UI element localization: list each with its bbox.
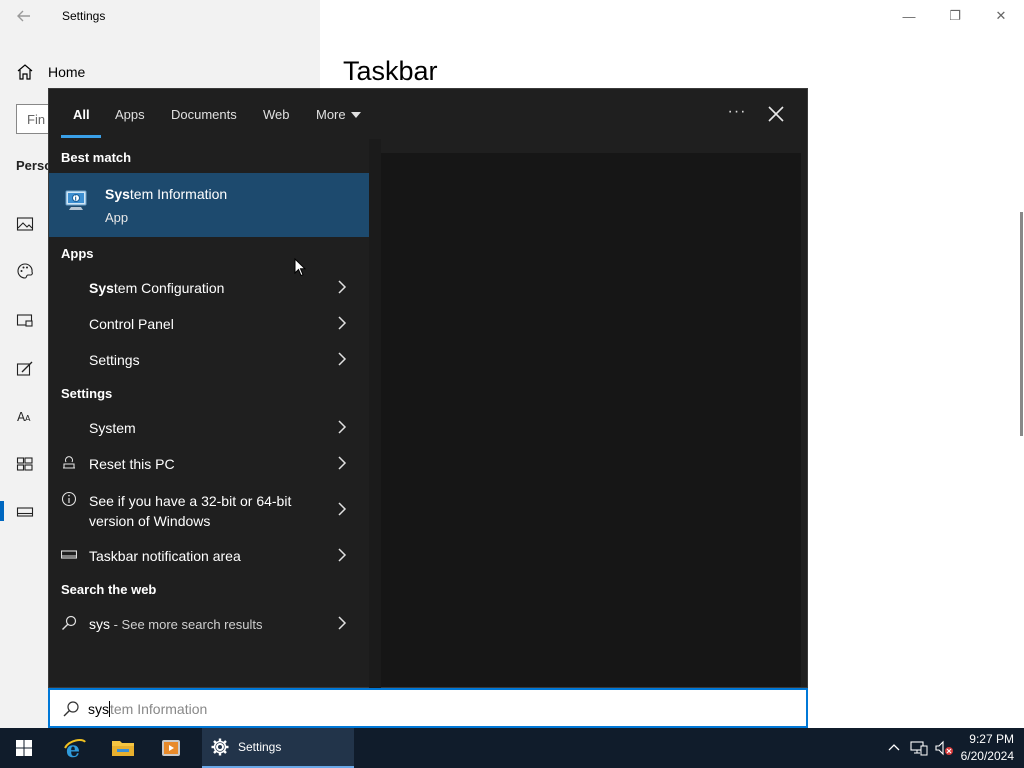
tab-more-label: More [316,107,346,122]
result-web-search[interactable]: sys - See more search results [49,605,369,641]
result-reset-this-pc[interactable]: Reset this PC [49,445,369,481]
mouse-cursor-icon [294,258,306,277]
taskbar-settings[interactable]: Settings [202,728,354,768]
file-explorer-icon [112,741,134,756]
result-label: Settings [89,352,140,368]
result-label: System Configuration [89,280,225,296]
clock[interactable]: 9:27 PM 6/20/2024 [961,731,1014,765]
sidebar-home-label: Home [48,64,86,80]
chevron-right-icon[interactable] [337,352,347,366]
search-panel: All Apps Documents Web More ··· Best mat… [48,88,809,689]
best-match-item[interactable]: i System Information App [49,173,369,237]
tab-more[interactable]: More [316,107,361,122]
maximize-button[interactable]: ❐ [932,0,978,32]
web-header: Search the web [61,582,157,597]
tab-all[interactable]: All [73,107,90,122]
chevron-right-icon[interactable] [337,316,347,330]
sidebar-section-label: Perso [16,158,53,173]
selected-indicator [0,501,4,521]
window-controls: — ❐ ✕ [886,0,1024,32]
chevron-right-icon[interactable] [337,548,347,562]
start-button[interactable] [0,728,48,768]
result-system[interactable]: System [49,409,369,445]
result-label: sys - See more search results [89,616,263,632]
back-arrow-icon[interactable] [14,6,34,26]
apps-header: Apps [61,246,94,261]
clock-date: 6/20/2024 [960,749,1014,763]
tab-documents[interactable]: Documents [171,107,237,122]
result-label: Reset this PC [89,456,175,472]
settings-header: Settings [61,386,113,401]
taskbar-icon[interactable] [16,503,34,521]
search-tabs: All Apps Documents Web More ··· [49,89,809,139]
start-icon[interactable] [16,455,34,473]
system-tray [886,728,954,768]
result-32-or-64-bit[interactable]: See if you have a 32-bit or 64-bit versi… [49,481,369,537]
close-icon[interactable] [765,103,787,125]
taskbar-settings-label: Settings [238,740,282,754]
font-icon[interactable]: A A [16,407,34,425]
info-icon [61,491,77,507]
search-input[interactable]: system Information [48,688,808,728]
taskbar-media-player[interactable] [148,728,194,768]
tab-web[interactable]: Web [263,107,290,122]
result-label: See if you have a 32-bit or 64-bit versi… [89,493,292,529]
search-icon [62,615,77,630]
sidebar-item-home[interactable]: Home [16,63,85,81]
close-window-button[interactable]: ✕ [978,0,1024,32]
media-player-icon [162,740,180,756]
home-icon [17,64,33,80]
result-system-configuration[interactable]: System Configuration [49,269,369,305]
search-input-text: system Information [88,701,208,717]
panel-divider [369,139,381,689]
gear-icon [211,738,229,756]
result-label: Control Panel [89,316,174,332]
chevron-right-icon[interactable] [337,616,347,630]
chevron-right-icon[interactable] [337,420,347,434]
taskbar: e Settings 9:27 PM 6/20/2024 [0,728,1024,768]
taskbar-icon [61,550,77,559]
svg-text:A: A [25,414,31,423]
system-information-icon: i [65,190,87,210]
page-title: Taskbar [343,56,438,86]
best-match-header: Best match [61,150,132,165]
minimize-button[interactable]: — [886,0,932,32]
result-label: Taskbar notification area [89,548,241,564]
active-tab-underline [61,135,101,138]
lock-screen-icon[interactable] [16,312,34,330]
volume-muted-icon[interactable] [934,740,954,756]
chevron-up-icon[interactable] [886,740,902,756]
search-icon [63,701,79,717]
svg-text:i: i [75,196,77,203]
network-icon[interactable] [910,740,928,756]
result-taskbar-notification-area[interactable]: Taskbar notification area [49,537,369,573]
preview-pane [381,153,801,687]
internet-explorer-icon: e [64,737,86,760]
reset-icon [63,456,75,469]
chevron-down-icon [350,111,361,118]
result-label: System [89,420,136,436]
chevron-right-icon[interactable] [337,502,347,516]
clock-time: 9:27 PM [969,732,1014,746]
themes-icon[interactable] [16,360,34,378]
result-settings[interactable]: Settings [49,341,369,377]
windows-logo-icon [16,740,32,756]
more-options-button[interactable]: ··· [725,103,749,123]
best-match-title: System Information [105,186,228,202]
picture-icon[interactable] [16,215,34,233]
window-title: Settings [62,9,106,23]
taskbar-file-explorer[interactable] [100,728,146,768]
results-list: Best match i System Information App Apps… [49,139,369,689]
palette-icon[interactable] [16,262,34,280]
scrollbar[interactable] [1020,212,1023,436]
tab-apps[interactable]: Apps [115,107,145,122]
result-control-panel[interactable]: Control Panel [49,305,369,341]
chevron-right-icon[interactable] [337,456,347,470]
chevron-right-icon[interactable] [337,280,347,294]
best-match-subtitle: App [105,210,129,225]
taskbar-internet-explorer[interactable]: e [52,728,98,768]
